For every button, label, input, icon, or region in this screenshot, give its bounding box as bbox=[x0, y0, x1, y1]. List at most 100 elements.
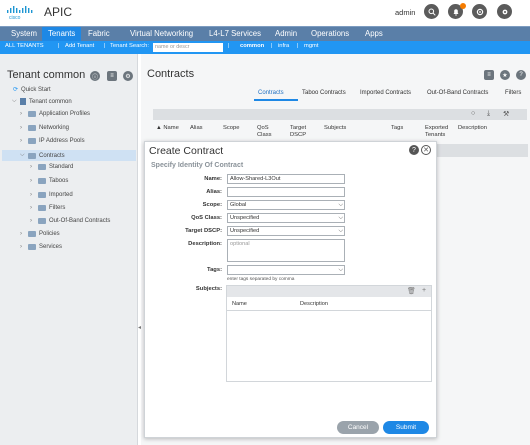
column-header-alias[interactable]: Alias bbox=[190, 125, 203, 132]
help-icon[interactable]: ? bbox=[409, 145, 419, 155]
nav-tab-apps[interactable]: Apps bbox=[359, 27, 389, 42]
folder-icon bbox=[38, 178, 46, 184]
all-tenants-link[interactable]: ALL TENANTS bbox=[5, 43, 44, 49]
star-icon[interactable]: ★ bbox=[500, 70, 510, 80]
separator: | bbox=[297, 43, 299, 49]
download-icon[interactable]: ⤓ bbox=[487, 110, 490, 118]
column-header-description[interactable]: Description bbox=[458, 125, 487, 132]
nav-tab-operations[interactable]: Operations bbox=[305, 27, 355, 42]
nav-tab-fabric[interactable]: Fabric bbox=[82, 27, 116, 42]
table-toolbar: ○ ⤓ ⚒ bbox=[153, 109, 527, 120]
separator: | bbox=[104, 43, 106, 49]
tags-field[interactable]: ⌵ bbox=[227, 265, 345, 275]
tree-item-taboos[interactable]: › Taboos bbox=[30, 178, 68, 184]
nav-tab-l4-l7-services[interactable]: L4-L7 Services bbox=[203, 27, 267, 42]
list-view-icon[interactable]: ≡ bbox=[107, 71, 117, 81]
chevron-down-icon: ⌵ bbox=[20, 152, 25, 158]
tree-item-out-of-band-contracts[interactable]: › Out-Of-Band Contracts bbox=[30, 218, 110, 224]
search-icon[interactable] bbox=[424, 4, 439, 19]
tenant-link-mgmt[interactable]: mgmt bbox=[304, 43, 319, 49]
cancel-button[interactable]: Cancel bbox=[337, 421, 379, 434]
tree-item-filters[interactable]: › Filters bbox=[30, 205, 65, 211]
chevron-right-icon: › bbox=[30, 218, 32, 224]
notification-badge bbox=[460, 3, 466, 9]
alias-field[interactable] bbox=[227, 187, 345, 197]
column-header-target-dscp[interactable]: Target DSCP bbox=[290, 125, 306, 139]
column-header-tags[interactable]: Tags bbox=[391, 125, 403, 132]
tools-icon[interactable]: ⚒ bbox=[503, 110, 509, 118]
settings-icon[interactable]: ⚙ bbox=[123, 71, 133, 81]
column-header-scope[interactable]: Scope bbox=[223, 125, 239, 132]
name-label: Name: bbox=[204, 176, 222, 182]
name-field[interactable]: Allow-Shared-L3Out bbox=[227, 174, 345, 184]
tab-taboo-contracts[interactable]: Taboo Contracts bbox=[302, 90, 346, 96]
refresh-icon[interactable]: ○ bbox=[471, 110, 475, 117]
folder-icon bbox=[28, 125, 36, 131]
submit-button[interactable]: Submit bbox=[383, 421, 429, 434]
tree-item-quick-start[interactable]: ⟳ Quick Start bbox=[13, 86, 51, 94]
help-icon[interactable]: ? bbox=[516, 70, 526, 80]
tenant-search-input[interactable]: name or descr bbox=[153, 43, 223, 52]
tenant-icon bbox=[20, 98, 26, 105]
tree-item-tenant-common[interactable]: ⌵ Tenant common bbox=[12, 98, 72, 105]
column-header-exported-tenants[interactable]: Exported Tenants bbox=[425, 125, 448, 139]
dialog-title: Create Contract bbox=[149, 145, 224, 157]
target-dscp-select[interactable]: Unspecified ⌵ bbox=[227, 226, 345, 236]
subjects-table: 🗑 + Name Description bbox=[226, 285, 432, 382]
column-header-name[interactable]: ▲ Name bbox=[156, 125, 179, 132]
delete-icon[interactable]: 🗑 bbox=[407, 287, 416, 295]
subjects-column-description[interactable]: Description bbox=[300, 301, 328, 307]
list-view-icon[interactable]: ≡ bbox=[484, 70, 494, 80]
add-icon[interactable]: + bbox=[422, 287, 426, 294]
pane-title: Tenant common bbox=[7, 69, 86, 81]
svg-text:cisco: cisco bbox=[9, 15, 21, 20]
chevron-right-icon: › bbox=[20, 125, 22, 131]
tree-item-networking[interactable]: › Networking bbox=[20, 125, 69, 131]
page-title: Contracts bbox=[147, 68, 195, 80]
settings-icon[interactable] bbox=[472, 4, 487, 19]
tree-item-services[interactable]: › Services bbox=[20, 244, 62, 250]
chevron-down-icon: ⌵ bbox=[338, 215, 343, 221]
add-tenant-link[interactable]: Add Tenant bbox=[65, 43, 94, 49]
tree-item-standard[interactable]: › Standard bbox=[30, 164, 73, 170]
separator: | bbox=[228, 43, 230, 49]
subjects-column-name[interactable]: Name bbox=[232, 301, 247, 307]
tenant-info-icon[interactable]: ⓘ bbox=[90, 71, 100, 81]
nav-tab-tenants[interactable]: Tenants bbox=[42, 27, 82, 42]
column-header-qos-class[interactable]: QoS Class bbox=[257, 125, 272, 139]
scope-label: Scope: bbox=[202, 202, 222, 208]
gear-icon[interactable] bbox=[497, 4, 512, 19]
tab-filters[interactable]: Filters bbox=[505, 90, 521, 96]
tab-contracts[interactable]: Contracts bbox=[258, 90, 284, 96]
user-menu[interactable]: admin bbox=[395, 8, 415, 17]
tree-item-policies[interactable]: › Policies bbox=[20, 231, 60, 237]
tree-item-ip-address-pools[interactable]: › IP Address Pools bbox=[20, 138, 85, 144]
column-header-subjects[interactable]: Subjects bbox=[324, 125, 346, 132]
chevron-right-icon: › bbox=[30, 164, 32, 170]
tree-item-application-profiles[interactable]: › Application Profiles bbox=[20, 111, 90, 117]
chevron-right-icon: › bbox=[20, 138, 22, 144]
subjects-toolbar: 🗑 + bbox=[227, 286, 431, 297]
tenant-subnav: ALL TENANTS | Add Tenant | Tenant Search… bbox=[0, 41, 530, 54]
tenant-link-common[interactable]: common bbox=[240, 43, 264, 49]
tags-hint: enter tags separated by comma bbox=[227, 277, 295, 282]
nav-tab-system[interactable]: System bbox=[5, 27, 43, 42]
tab-out-of-band-contracts[interactable]: Out-Of-Band Contracts bbox=[427, 90, 488, 96]
tab-imported-contracts[interactable]: Imported Contracts bbox=[360, 90, 411, 96]
qos-class-select[interactable]: Unspecified ⌵ bbox=[227, 213, 345, 223]
subjects-label: Subjects: bbox=[195, 286, 222, 292]
close-icon[interactable]: ✕ bbox=[421, 145, 431, 155]
folder-icon bbox=[38, 218, 46, 224]
description-field[interactable]: optional bbox=[227, 239, 345, 262]
nav-tab-virtual-networking[interactable]: Virtual Networking bbox=[124, 27, 199, 42]
main-nav: System Tenants Fabric Virtual Networking… bbox=[0, 26, 530, 42]
table-row[interactable] bbox=[421, 144, 528, 157]
top-header: cisco APIC admin bbox=[0, 0, 530, 26]
folder-icon bbox=[28, 152, 36, 159]
tenant-link-infra[interactable]: infra bbox=[278, 43, 289, 49]
tree-item-imported[interactable]: › Imported bbox=[30, 192, 73, 198]
scope-select[interactable]: Global ⌵ bbox=[227, 200, 345, 210]
tree-item-contracts[interactable]: ⌵ Contracts bbox=[2, 150, 136, 161]
nav-tab-admin[interactable]: Admin bbox=[269, 27, 303, 42]
chevron-right-icon: › bbox=[20, 244, 22, 250]
